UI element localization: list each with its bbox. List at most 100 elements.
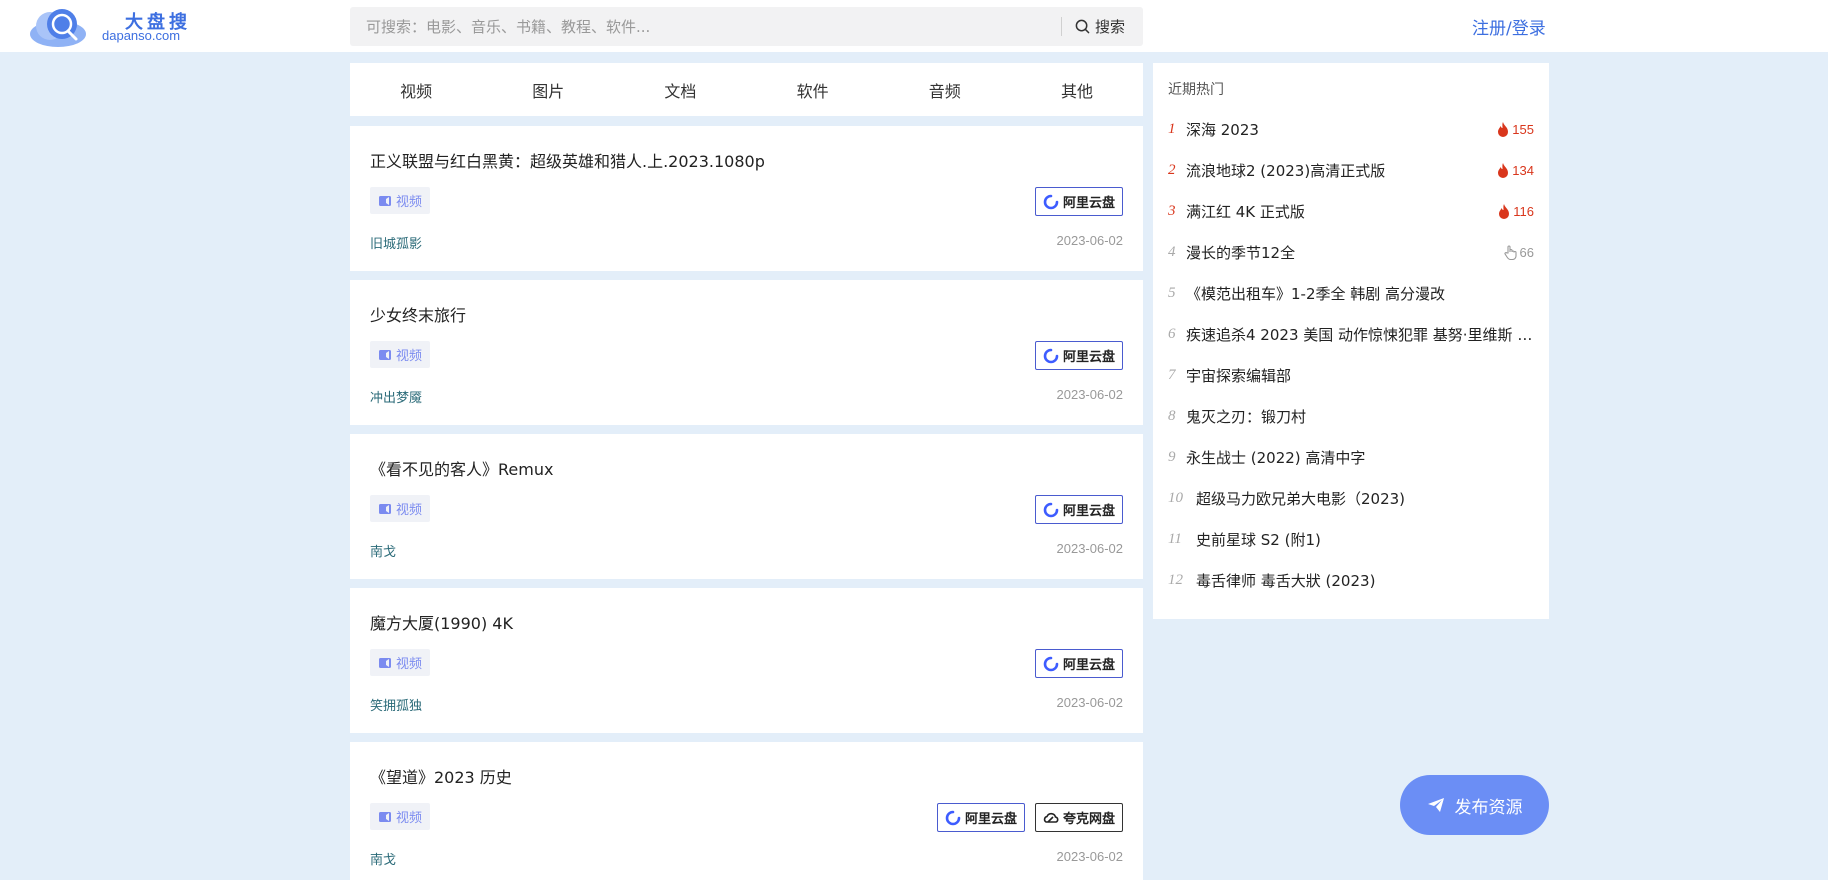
hot-title: 鬼灭之刃：锻刀村 xyxy=(1186,408,1307,426)
aliyun-icon xyxy=(1043,656,1059,671)
disk-badges: 阿里云盘 xyxy=(1034,341,1123,370)
hot-item[interactable]: 12 毒舌律师 毒舌大狀 (2023) xyxy=(1168,560,1534,601)
result-date: 2023-06-02 xyxy=(1056,541,1124,556)
hot-rank: 5 xyxy=(1168,285,1176,301)
publish-resource-button[interactable]: 发布资源 xyxy=(1400,775,1549,835)
video-file-icon xyxy=(379,657,391,668)
result-date: 2023-06-02 xyxy=(1056,849,1124,864)
result-author[interactable]: 旧城孤影 xyxy=(370,233,422,252)
result-card: 《看不见的客人》Remux 视频 阿里云盘 南戈 2023-06-02 xyxy=(350,434,1143,579)
result-card: 魔方大厦(1990) 4K 视频 阿里云盘 笑拥孤独 2023-06-02 xyxy=(350,588,1143,733)
hot-title: 永生战士 (2022) 高清中字 xyxy=(1186,449,1366,467)
site-logo[interactable]: 大盘搜 dapanso.com xyxy=(28,4,198,48)
type-tag: 视频 xyxy=(370,649,431,676)
type-tag-label: 视频 xyxy=(396,811,423,826)
disk-name: 阿里云盘 xyxy=(964,812,1017,827)
aliyun-disk-badge[interactable]: 阿里云盘 xyxy=(936,803,1025,832)
sidebar-title: 近期热门 xyxy=(1168,82,1224,98)
result-date: 2023-06-02 xyxy=(1056,387,1124,402)
hot-count-value: 155 xyxy=(1512,122,1534,137)
aliyun-disk-badge[interactable]: 阿里云盘 xyxy=(1034,649,1123,678)
hot-item[interactable]: 11 史前星球 S2 (附1) xyxy=(1168,519,1534,560)
hot-item[interactable]: 10 超级马力欧兄弟大电影（2023) xyxy=(1168,478,1534,519)
result-author[interactable]: 南戈 xyxy=(370,849,396,868)
aliyun-disk-badge[interactable]: 阿里云盘 xyxy=(1034,187,1123,216)
disk-name: 阿里云盘 xyxy=(1062,658,1115,673)
tab-video[interactable]: 视频 xyxy=(350,78,482,102)
cloud-search-logo-icon xyxy=(30,9,86,47)
hot-title: 《模范出租车》1-2季全 韩剧 高分漫改 xyxy=(1186,285,1446,303)
search-button-label: 搜索 xyxy=(1095,18,1126,36)
hot-rank: 1 xyxy=(1168,121,1176,137)
result-title[interactable]: 正义联盟与红白黑黄：超级英雄和猎人.上.2023.1080p xyxy=(370,148,765,172)
hot-count-value: 134 xyxy=(1512,163,1534,178)
hot-count-value: 116 xyxy=(1513,204,1534,219)
tab-other[interactable]: 其他 xyxy=(1011,78,1143,102)
disk-badges: 阿里云盘 xyxy=(1034,649,1123,678)
fire-icon xyxy=(1498,122,1509,137)
tab-document[interactable]: 文档 xyxy=(614,78,746,102)
fire-icon xyxy=(1498,163,1509,178)
hot-rank: 10 xyxy=(1168,490,1183,506)
search-icon xyxy=(1075,19,1090,34)
search-button[interactable]: 搜索 xyxy=(1075,7,1140,46)
hot-title: 宇宙探索编辑部 xyxy=(1186,367,1292,385)
hot-sidebar: 近期热门 1 深海 2023 155 2 流浪地球2 (2023)高清正式版 1… xyxy=(1153,63,1549,619)
hot-item[interactable]: 6 疾速追杀4 2023 美国 动作惊悚犯罪 基努·里维斯 / 甄子丹 xyxy=(1168,314,1534,355)
result-title[interactable]: 少女终末旅行 xyxy=(370,302,466,326)
aliyun-icon xyxy=(945,810,961,825)
hot-count: 155 xyxy=(1497,122,1534,137)
login-register-link[interactable]: 注册/登录 xyxy=(1472,14,1546,39)
result-title[interactable]: 魔方大厦(1990) 4K xyxy=(370,610,513,634)
hot-rank: 11 xyxy=(1168,531,1182,547)
result-author[interactable]: 南戈 xyxy=(370,541,396,560)
tab-image[interactable]: 图片 xyxy=(482,78,614,102)
hot-title: 深海 2023 xyxy=(1186,121,1259,139)
disk-name: 夸克网盘 xyxy=(1062,812,1115,827)
quark-disk-badge[interactable]: 夸克网盘 xyxy=(1034,803,1123,832)
quark-cloud-icon xyxy=(1043,812,1059,823)
search-input[interactable] xyxy=(350,7,1060,46)
hot-title: 漫长的季节12全 xyxy=(1186,244,1296,262)
result-card: 《望道》2023 历史 视频 阿里云盘 夸克网盘 南戈 2023-06-02 xyxy=(350,742,1143,880)
top-header: 大盘搜 dapanso.com 搜索 注册/登录 xyxy=(0,0,1828,52)
hot-title: 史前星球 S2 (附1) xyxy=(1196,531,1321,549)
hot-item[interactable]: 4 漫长的季节12全 66 xyxy=(1168,232,1534,273)
aliyun-disk-badge[interactable]: 阿里云盘 xyxy=(1034,495,1123,524)
disk-badges: 阿里云盘 xyxy=(1034,495,1123,524)
type-tag: 视频 xyxy=(370,495,431,522)
video-file-icon xyxy=(379,349,391,360)
send-icon xyxy=(1427,798,1444,812)
hot-list: 1 深海 2023 155 2 流浪地球2 (2023)高清正式版 134 3 … xyxy=(1168,109,1534,601)
hot-rank: 2 xyxy=(1168,162,1176,178)
hot-item[interactable]: 7 宇宙探索编辑部 xyxy=(1168,355,1534,396)
result-author[interactable]: 冲出梦魇 xyxy=(370,387,422,406)
result-card: 正义联盟与红白黑黄：超级英雄和猎人.上.2023.1080p 视频 阿里云盘 旧… xyxy=(350,126,1143,271)
hot-rank: 4 xyxy=(1168,244,1176,260)
hot-rank: 12 xyxy=(1168,572,1183,588)
result-author[interactable]: 笑拥孤独 xyxy=(370,695,422,714)
hot-item[interactable]: 8 鬼灭之刃：锻刀村 xyxy=(1168,396,1534,437)
publish-label: 发布资源 xyxy=(1454,797,1523,818)
tab-audio[interactable]: 音频 xyxy=(879,78,1011,102)
hot-item[interactable]: 1 深海 2023 155 xyxy=(1168,109,1534,150)
aliyun-icon xyxy=(1043,348,1059,363)
hot-item[interactable]: 5 《模范出租车》1-2季全 韩剧 高分漫改 xyxy=(1168,273,1534,314)
category-tabs: 视频 图片 文档 软件 音频 其他 xyxy=(350,63,1143,116)
hot-count: 116 xyxy=(1498,204,1534,219)
result-title[interactable]: 《望道》2023 历史 xyxy=(370,764,512,788)
video-file-icon xyxy=(379,195,391,206)
disk-badges: 阿里云盘 夸克网盘 xyxy=(936,803,1123,832)
hot-rank: 9 xyxy=(1168,449,1176,465)
hot-rank: 3 xyxy=(1168,203,1176,219)
tab-software[interactable]: 软件 xyxy=(747,78,879,102)
aliyun-icon xyxy=(1043,502,1059,517)
result-card: 少女终末旅行 视频 阿里云盘 冲出梦魇 2023-06-02 xyxy=(350,280,1143,425)
hot-item[interactable]: 2 流浪地球2 (2023)高清正式版 134 xyxy=(1168,150,1534,191)
hot-item[interactable]: 3 满江红 4K 正式版 116 xyxy=(1168,191,1534,232)
hot-item[interactable]: 9 永生战士 (2022) 高清中字 xyxy=(1168,437,1534,478)
aliyun-disk-badge[interactable]: 阿里云盘 xyxy=(1034,341,1123,370)
hot-count: 134 xyxy=(1497,163,1534,178)
video-file-icon xyxy=(379,811,391,822)
result-title[interactable]: 《看不见的客人》Remux xyxy=(370,456,553,480)
